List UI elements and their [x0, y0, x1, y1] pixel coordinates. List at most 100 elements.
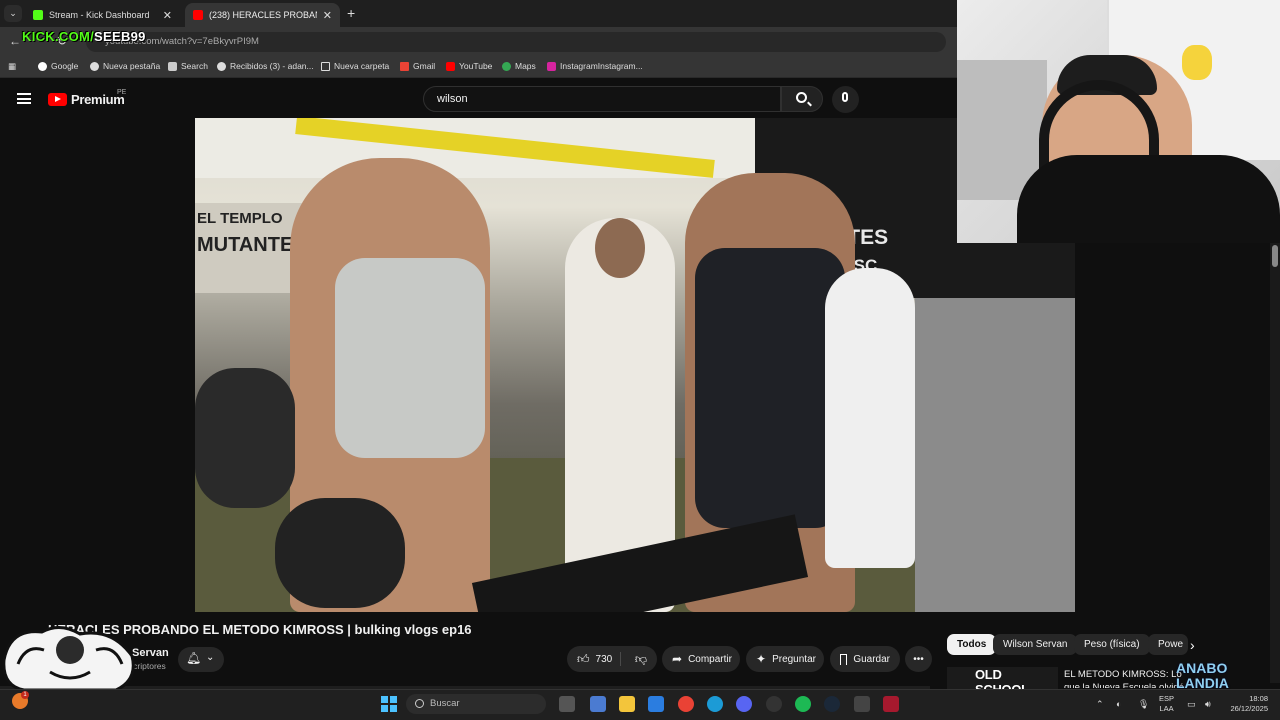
like-button[interactable]: 👍︎ 730 [577, 652, 612, 667]
bookmark-youtube[interactable]: YouTube [446, 61, 492, 71]
volume-icon[interactable]: 🔊︎ [1205, 699, 1211, 710]
bookmark-label: Nueva pestaña [103, 61, 161, 71]
notification-bell-button[interactable]: 🔔︎ ⌄ [178, 647, 224, 672]
save-label: Guardar [853, 653, 890, 665]
like-dislike-group: 👍︎ 730 👎︎ [567, 646, 657, 672]
search-input[interactable]: wilson [423, 86, 781, 112]
chip-wilson-servan[interactable]: Wilson Servan [993, 634, 1078, 655]
like-count: 730 [595, 653, 613, 665]
time: 18:08 [1249, 694, 1268, 703]
person-right-outfit [695, 248, 845, 528]
bookmark-search[interactable]: Search [168, 61, 208, 71]
ask-label: Preguntar [772, 653, 816, 665]
bookmark-instagram[interactable]: InstagramInstagram... [547, 61, 643, 71]
region-code: PE [117, 89, 127, 96]
video-player[interactable]: EL TEMPLO MUTANTES MUTANTES OLD SC [195, 118, 1075, 612]
clock[interactable]: 18:08 26/12/2025 [1224, 694, 1268, 714]
muscle-mascot-logo [2, 626, 135, 692]
spotify-icon[interactable] [795, 696, 811, 712]
recommendation-title[interactable]: EL METODO KIMROSS: Lo que la Nueva Escue… [1064, 668, 1194, 688]
pikachu-toy [1182, 45, 1212, 80]
share-button[interactable]: ➦ Compartir [662, 646, 740, 672]
globe-icon [90, 61, 99, 71]
bookmark-label: Nueva carpeta [334, 61, 390, 71]
dislike-button[interactable]: 👎︎ [635, 652, 647, 667]
youtube-icon [446, 61, 455, 71]
bookmark-label: Gmail [413, 61, 436, 71]
bookmark-inbox[interactable]: Recibidos (3) - adan... [217, 61, 314, 71]
chevron-right-icon[interactable]: › [1190, 637, 1195, 653]
search-button[interactable] [781, 86, 823, 112]
recommendation-thumbnail[interactable]: OLD SCHOOL [947, 667, 1058, 689]
date: 26/12/2025 [1230, 704, 1268, 713]
thumbs-down-icon: 👎︎ [634, 651, 647, 666]
tab-search-button[interactable]: ⌄ [4, 5, 22, 22]
chip-peso[interactable]: Peso (física) [1074, 634, 1150, 655]
youtube-favicon-icon [193, 10, 203, 20]
folder-icon [321, 61, 330, 71]
steam-icon[interactable] [824, 696, 840, 712]
back-arrow-icon[interactable]: ← [9, 34, 21, 48]
bookmark-label: Recibidos (3) - adan... [230, 61, 314, 71]
apps-grid-icon[interactable]: ▦ [8, 61, 16, 72]
file-explorer-icon[interactable] [619, 696, 635, 712]
close-tab-icon[interactable]: ✕ [323, 9, 332, 22]
bookmark-label: InstagramInstagram... [560, 61, 643, 71]
tab-kick-dashboard[interactable]: Stream - Kick Dashboard ✕ [25, 3, 180, 27]
input-language[interactable]: ESP LAA [1159, 694, 1174, 714]
bookmark-maps[interactable]: Maps [502, 61, 536, 71]
windows-start-button[interactable] [381, 696, 397, 712]
app-icon[interactable] [590, 696, 606, 712]
more-actions-button[interactable]: ••• [905, 646, 932, 672]
bookmark-gmail[interactable]: Gmail [400, 61, 435, 71]
tab-youtube-video[interactable]: (238) HERACLES PROBANDO E ✕ [185, 3, 340, 27]
lang-line: ESP [1159, 694, 1175, 703]
bookmark-label: YouTube [459, 61, 493, 71]
search-icon [796, 92, 807, 103]
bookmarks-bar: ▦ Google Nueva pestaña Search Recibidos … [0, 56, 957, 78]
dumbbell [275, 498, 405, 608]
thumbs-up-icon: 👍︎ [577, 651, 590, 666]
obs-icon[interactable] [766, 696, 782, 712]
taskbar-search-input[interactable]: Buscar [406, 694, 546, 714]
tray-mic-icon[interactable]: 🎙︎ [1138, 699, 1149, 710]
save-button[interactable]: Guardar [830, 646, 900, 672]
chip-powe[interactable]: Powe [1148, 634, 1188, 655]
bookmark-google[interactable]: Google [38, 61, 78, 71]
chrome-icon[interactable] [678, 696, 694, 712]
new-tab-button[interactable]: + [347, 5, 355, 21]
app-icon[interactable] [883, 696, 899, 712]
app-icon[interactable] [854, 696, 870, 712]
kick-overlay-user: SEEB99 [94, 29, 146, 44]
menu-icon[interactable] [17, 93, 31, 104]
browser-tab-strip: ⌄ Stream - Kick Dashboard ✕ (238) HERACL… [0, 0, 957, 27]
bookmark-icon [840, 653, 848, 665]
scrollbar-thumb[interactable] [1272, 245, 1278, 267]
task-view-icon[interactable] [559, 696, 575, 712]
discord-icon[interactable] [736, 696, 752, 712]
dumbbell [195, 368, 295, 508]
chip-all[interactable]: Todos [947, 634, 997, 655]
kick-channel-overlay: KICK.COM/SEEB99 [22, 29, 146, 44]
youtube-premium-logo[interactable]: Premium [48, 92, 125, 107]
bookmark-label: Google [51, 61, 79, 71]
close-tab-icon[interactable]: ✕ [163, 9, 172, 22]
bookmark-folder[interactable]: Nueva carpeta [321, 61, 389, 71]
voice-search-button[interactable] [832, 86, 859, 113]
ask-button[interactable]: ✦ Preguntar [746, 646, 824, 672]
google-icon [38, 61, 47, 71]
display-icon[interactable]: ▭ [1187, 699, 1196, 710]
store-icon[interactable] [648, 696, 664, 712]
tray-chevron-up-icon[interactable]: ⌃ [1096, 699, 1104, 710]
tray-app-icon[interactable]: ◐ [1116, 699, 1121, 709]
edge-icon[interactable] [707, 696, 723, 712]
page-scrollbar[interactable] [1270, 243, 1280, 683]
bookmark-new-tab[interactable]: Nueva pestaña [90, 61, 160, 71]
bell-icon: 🔔︎ [186, 651, 202, 665]
microphone-icon [842, 92, 848, 102]
lang-line: LAA [1159, 704, 1174, 713]
share-label: Compartir [688, 653, 732, 665]
map-pin-icon [502, 61, 511, 71]
kick-overlay-domain: KICK.COM/ [22, 29, 95, 44]
instagram-icon [547, 61, 556, 71]
